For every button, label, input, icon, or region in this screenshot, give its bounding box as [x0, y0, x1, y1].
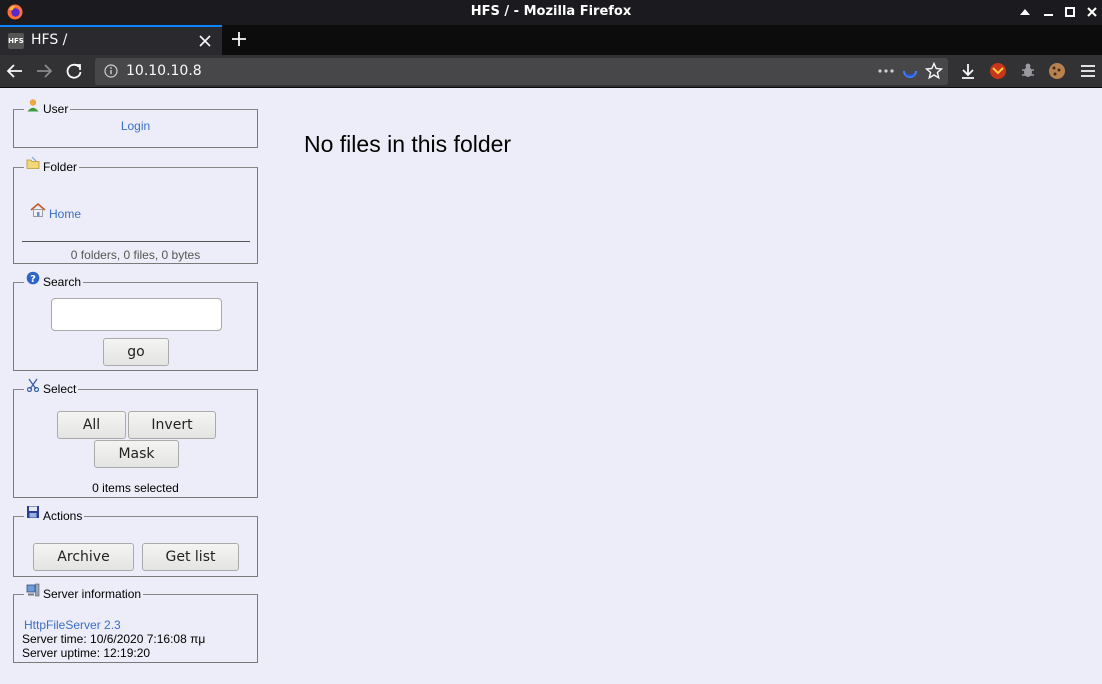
folder-panel-title: Folder [43, 160, 78, 174]
home-icon [30, 202, 46, 217]
select-panel-title: Select [43, 382, 77, 396]
server-info-panel-title: Server information [43, 587, 142, 601]
search-panel: ? Search go [13, 271, 258, 371]
user-panel-title: User [43, 102, 69, 116]
extension-cookie-icon[interactable] [1048, 62, 1066, 80]
user-icon [27, 99, 39, 112]
page-actions-more-icon[interactable] [876, 64, 896, 78]
triangle-up-icon [1020, 9, 1030, 15]
downloads-icon[interactable] [959, 62, 977, 80]
extension-bug-icon[interactable] [1019, 62, 1037, 80]
server-info-panel: Server information HttpFileServer 2.3 Se… [13, 583, 258, 663]
window-title: HFS / - Mozilla Firefox [470, 4, 632, 19]
archive-button[interactable]: Archive [33, 543, 134, 571]
server-time: Server time: 10/6/2020 7:16:08 πμ [22, 632, 206, 646]
actions-panel-title: Actions [43, 509, 83, 523]
tab-strip: HFS HFS / [0, 25, 1102, 55]
window-maximize-button[interactable] [1061, 3, 1079, 21]
select-all-button[interactable]: All [57, 411, 126, 439]
user-panel: User Login [13, 99, 258, 148]
actions-panel-legend: Actions [24, 506, 84, 523]
forward-arrow-icon[interactable] [33, 61, 55, 81]
floppy-disk-icon [27, 506, 39, 518]
new-tab-plus-icon[interactable] [229, 29, 249, 49]
user-panel-legend: User [24, 99, 70, 116]
reload-icon[interactable] [63, 61, 85, 81]
tab-title: HFS / [31, 32, 68, 48]
search-panel-legend: ? Search [24, 271, 83, 289]
maximize-icon [1065, 7, 1075, 17]
folder-breadcrumb: Home [30, 202, 81, 222]
computer-icon [26, 583, 40, 597]
folder-icon [26, 156, 40, 169]
hamburger-menu-icon[interactable] [1079, 62, 1097, 80]
select-panel-legend: Select [24, 378, 78, 396]
page-content: User Login Folder Home 0 folders, 0 file… [0, 89, 1102, 684]
search-panel-title: Search [43, 275, 82, 289]
search-go-button[interactable]: go [103, 338, 169, 366]
server-info-body: HttpFileServer 2.3 Server time: 10/6/202… [22, 618, 205, 660]
empty-folder-message: No files in this folder [304, 131, 512, 157]
window-titlebar: HFS / - Mozilla Firefox [0, 0, 1102, 25]
close-icon [1087, 7, 1097, 17]
folder-panel-legend: Folder [24, 156, 79, 174]
folder-divider [22, 241, 250, 242]
selection-status: 0 items selected [92, 481, 179, 495]
tab-close-icon[interactable] [196, 32, 214, 50]
home-link[interactable]: Home [49, 207, 81, 221]
select-mask-button[interactable]: Mask [94, 440, 179, 468]
site-info-icon[interactable] [104, 64, 118, 78]
window-scroll-up-button[interactable] [1016, 3, 1034, 21]
server-info-panel-legend: Server information [24, 583, 143, 601]
actions-panel: Actions Archive Get list [13, 506, 258, 577]
search-input[interactable] [51, 298, 222, 331]
window-close-button[interactable] [1083, 3, 1101, 21]
help-question-icon: ? [26, 271, 40, 285]
navigation-toolbar: 10.10.10.8 [0, 55, 1102, 88]
extension-foxyproxy-icon[interactable] [989, 62, 1007, 80]
svg-text:?: ? [30, 274, 36, 285]
hfs-version-link[interactable]: HttpFileServer 2.3 [24, 618, 121, 632]
window-minimize-button[interactable] [1040, 3, 1058, 21]
back-arrow-icon[interactable] [4, 61, 26, 81]
server-uptime: Server uptime: 12:19:20 [22, 646, 151, 660]
select-panel: Select All Invert Mask 0 items selected [13, 378, 258, 498]
get-list-button[interactable]: Get list [142, 543, 239, 571]
pocket-icon[interactable] [901, 63, 919, 81]
login-link[interactable]: Login [121, 119, 150, 133]
url-bar[interactable]: 10.10.10.8 [95, 58, 948, 85]
select-invert-button[interactable]: Invert [128, 411, 216, 439]
url-text[interactable]: 10.10.10.8 [126, 63, 202, 79]
scissors-icon [26, 378, 40, 392]
bookmark-star-icon[interactable] [925, 62, 943, 80]
tab-hfs[interactable]: HFS HFS / [0, 25, 222, 55]
minimize-icon [1044, 14, 1053, 16]
hfs-favicon-icon: HFS [8, 33, 24, 49]
folder-summary: 0 folders, 0 files, 0 bytes [70, 248, 201, 262]
folder-panel: Folder Home 0 folders, 0 files, 0 bytes [13, 156, 258, 264]
